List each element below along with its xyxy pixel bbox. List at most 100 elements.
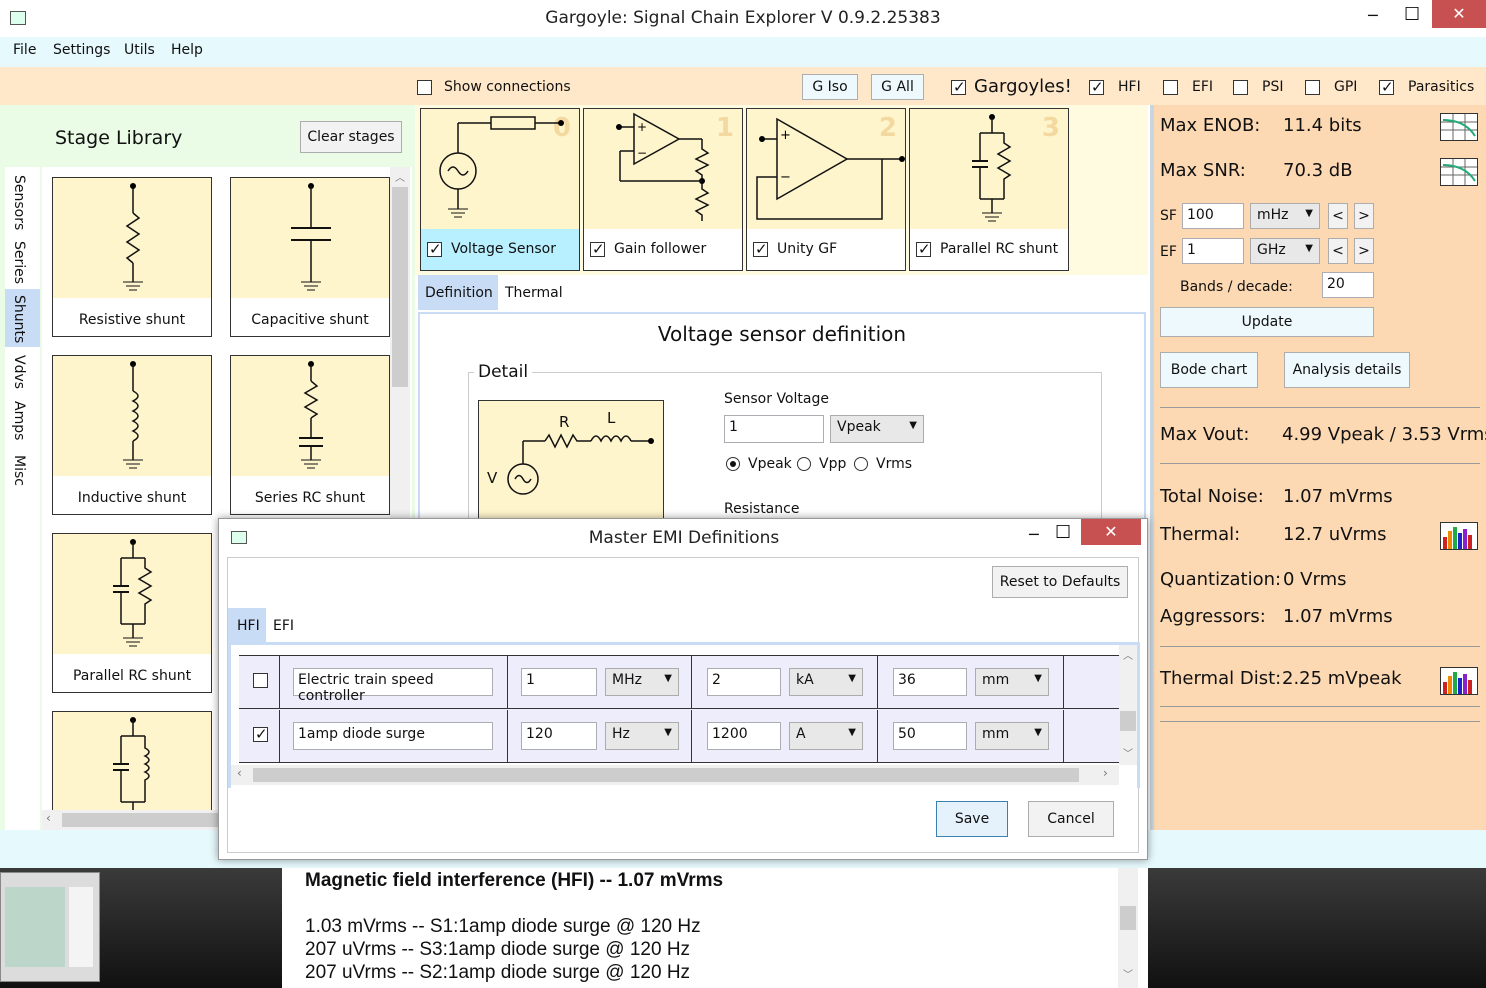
quantization-value: 0 Vrms — [1283, 569, 1347, 590]
scroll-left-icon[interactable]: ‹ — [46, 811, 51, 825]
current-input[interactable]: 1200 — [707, 722, 781, 750]
stage-enabled-checkbox[interactable] — [427, 239, 442, 259]
radio-vpeak[interactable] — [726, 457, 740, 471]
dialog-maximize-icon[interactable]: ☐ — [1055, 522, 1071, 543]
grid-hscrollbar[interactable]: ‹ › — [231, 765, 1119, 785]
stage-enabled-checkbox[interactable] — [590, 239, 605, 259]
frequency-input[interactable]: 120 — [521, 722, 597, 750]
side-tab-misc[interactable]: Misc — [11, 455, 27, 486]
distance-unit-select[interactable]: mm ▼ — [975, 668, 1049, 696]
side-tab-shunts[interactable]: Shunts — [5, 289, 40, 347]
scroll-thumb[interactable] — [392, 187, 408, 387]
bode-chart-button[interactable]: Bode chart — [1160, 352, 1258, 388]
chain-stage-voltage-sensor[interactable]: 0 Voltage Sensor — [420, 108, 580, 271]
aggressor-name-input[interactable]: 1amp diode surge — [293, 722, 493, 750]
psi-checkbox[interactable] — [1233, 80, 1248, 95]
sf-prev-button[interactable]: < — [1328, 203, 1348, 229]
chain-stage-unity-gf[interactable]: 2 +− Unity GF — [746, 108, 906, 271]
library-item-series-rc-shunt[interactable]: Series RC shunt — [230, 355, 390, 515]
scroll-thumb[interactable] — [1120, 906, 1136, 930]
radio-vrms[interactable] — [854, 457, 868, 471]
library-item-inductive-shunt[interactable]: Inductive shunt — [52, 355, 212, 515]
side-tab-vdvs[interactable]: Vdvs — [11, 355, 27, 389]
distance-unit-select[interactable]: mm ▼ — [975, 722, 1049, 750]
chain-stage-gain-follower[interactable]: 1 +− Gain follower — [583, 108, 743, 271]
radio-vpp[interactable] — [797, 457, 811, 471]
cancel-button[interactable]: Cancel — [1028, 801, 1114, 837]
distance-input[interactable]: 50 — [893, 722, 967, 750]
frequency-unit-select[interactable]: MHz ▼ — [605, 668, 679, 696]
sensor-voltage-input[interactable]: 1 — [724, 415, 824, 443]
distance-input[interactable]: 36 — [893, 668, 967, 696]
gpi-checkbox[interactable] — [1305, 80, 1320, 95]
side-tab-series[interactable]: Series — [11, 241, 27, 284]
gargoyles-label: Gargoyles! — [974, 76, 1072, 97]
reset-defaults-button[interactable]: Reset to Defaults — [992, 566, 1128, 598]
current-input[interactable]: 2 — [707, 668, 781, 696]
current-unit-select[interactable]: kA ▼ — [789, 668, 863, 696]
aggressor-name-input[interactable]: Electric train speed controller — [293, 668, 493, 704]
clear-stages-button[interactable]: Clear stages — [300, 121, 402, 153]
library-item-parallel-rc-shunt[interactable]: Parallel RC shunt — [52, 533, 212, 693]
row-enabled-checkbox[interactable] — [253, 724, 268, 744]
parasitics-checkbox[interactable] — [1379, 77, 1394, 97]
scroll-up-icon[interactable]: ︿ — [1123, 647, 1133, 662]
report-scrollbar[interactable]: ﹀ — [1118, 868, 1138, 988]
dialog-close-button[interactable]: ✕ — [1081, 519, 1141, 545]
grid-vscrollbar[interactable]: ︿ ﹀ — [1119, 645, 1137, 765]
show-connections-checkbox[interactable] — [417, 80, 432, 95]
sf-input[interactable]: 100 — [1182, 203, 1244, 229]
stage-enabled-checkbox[interactable] — [916, 239, 931, 259]
menu-file[interactable]: File — [13, 42, 36, 58]
row-enabled-checkbox[interactable] — [253, 673, 268, 688]
gargoyles-checkbox[interactable] — [951, 77, 966, 97]
scroll-left-icon[interactable]: ‹ — [237, 766, 242, 780]
scroll-right-icon[interactable]: › — [1103, 766, 1108, 780]
bands-input[interactable]: 20 — [1322, 272, 1374, 298]
close-button[interactable]: ✕ — [1432, 0, 1486, 28]
g-iso-button[interactable]: G Iso — [802, 74, 858, 100]
thermal-spectrum-icon[interactable] — [1440, 522, 1478, 550]
hfi-checkbox[interactable] — [1089, 77, 1104, 97]
dialog-minimize-icon[interactable]: ─ — [1029, 525, 1039, 544]
scroll-down-icon[interactable]: ﹀ — [1123, 966, 1133, 981]
menu-settings[interactable]: Settings — [53, 42, 110, 58]
tab-thermal[interactable]: Thermal — [505, 285, 563, 301]
snr-chart-icon[interactable] — [1440, 158, 1478, 186]
sensor-voltage-unit-select[interactable]: Vpeak ▼ — [830, 415, 924, 443]
library-item-resistive-shunt[interactable]: Resistive shunt — [52, 177, 212, 337]
save-button[interactable]: Save — [936, 801, 1008, 837]
scroll-thumb-h[interactable] — [253, 768, 1079, 782]
menu-utils[interactable]: Utils — [124, 42, 155, 58]
chain-stage-parallel-rc-shunt[interactable]: 3 Parallel RC shunt — [909, 108, 1069, 271]
maximize-icon[interactable]: ☐ — [1404, 4, 1420, 25]
enob-chart-icon[interactable] — [1440, 113, 1478, 141]
ef-next-button[interactable]: > — [1354, 238, 1374, 264]
scroll-down-icon[interactable]: ﹀ — [1123, 745, 1133, 760]
stage-enabled-checkbox[interactable] — [753, 239, 768, 259]
analysis-details-button[interactable]: Analysis details — [1284, 352, 1410, 388]
tab-hfi[interactable]: HFI — [228, 608, 266, 642]
tab-efi[interactable]: EFI — [273, 618, 294, 634]
scroll-thumb[interactable] — [1120, 711, 1136, 731]
ef-input[interactable]: 1 — [1182, 238, 1244, 264]
tab-definition[interactable]: Definition — [418, 275, 498, 310]
sf-unit-select[interactable]: mHz ▼ — [1250, 203, 1320, 229]
minimize-icon[interactable]: ─ — [1368, 6, 1378, 25]
scroll-up-icon[interactable]: ︿ — [395, 169, 405, 184]
library-item-capacitive-shunt[interactable]: Capacitive shunt — [230, 177, 390, 337]
current-unit-select[interactable]: A ▼ — [789, 722, 863, 750]
side-tab-sensors[interactable]: Sensors — [11, 175, 27, 230]
update-button[interactable]: Update — [1160, 307, 1374, 337]
ef-prev-button[interactable]: < — [1328, 238, 1348, 264]
svg-text:+: + — [637, 120, 647, 134]
frequency-unit-select[interactable]: Hz ▼ — [605, 722, 679, 750]
menu-help[interactable]: Help — [171, 42, 203, 58]
ef-unit-select[interactable]: GHz ▼ — [1250, 238, 1320, 264]
sf-next-button[interactable]: > — [1354, 203, 1374, 229]
thermal-dist-spectrum-icon[interactable] — [1440, 667, 1478, 695]
side-tab-amps[interactable]: Amps — [11, 401, 27, 440]
g-all-button[interactable]: G All — [871, 74, 924, 100]
frequency-input[interactable]: 1 — [521, 668, 597, 696]
efi-checkbox[interactable] — [1163, 80, 1178, 95]
